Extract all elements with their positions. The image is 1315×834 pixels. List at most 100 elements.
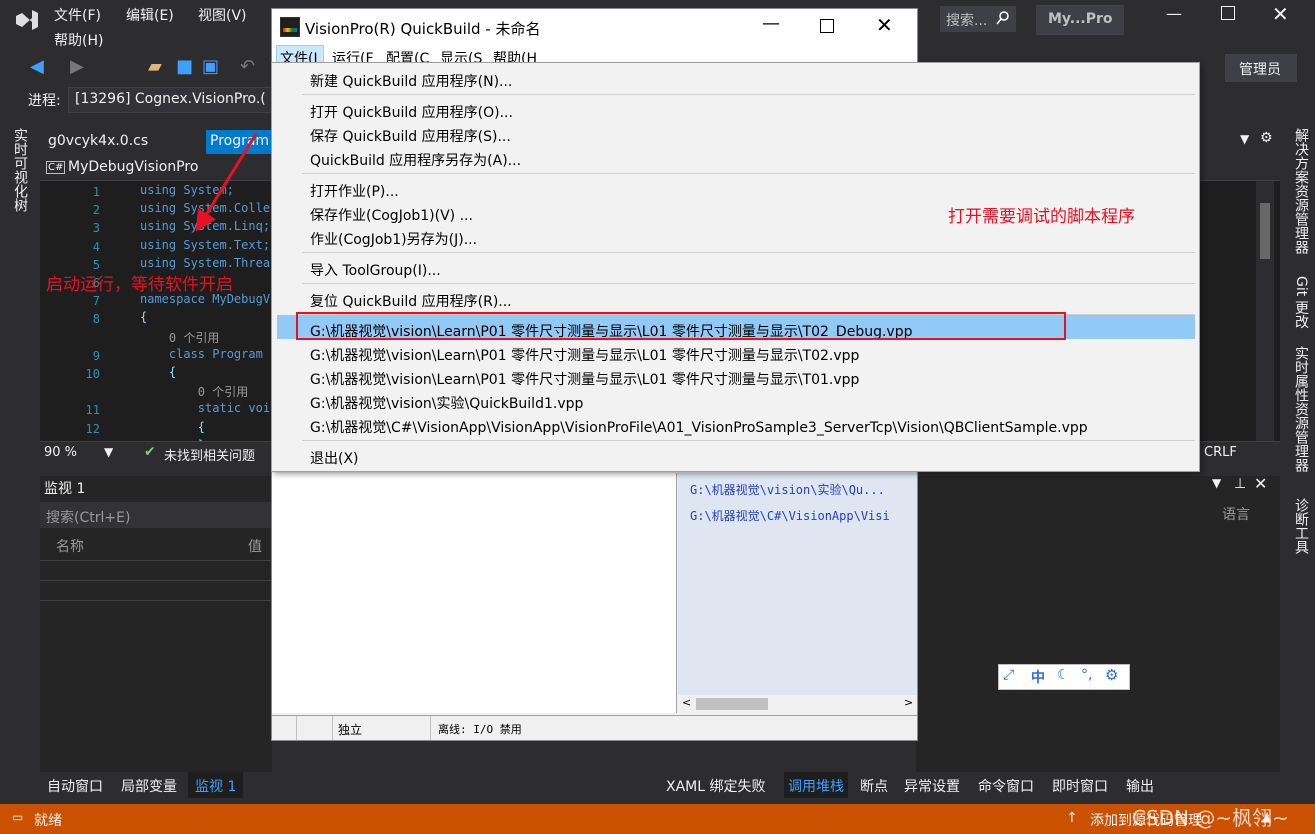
issues-status: 未找到相关问题 bbox=[164, 449, 256, 464]
tab-autos[interactable]: 自动窗口 bbox=[47, 776, 103, 796]
menu-save-job[interactable]: 保存作业(CogJob1)(V) ... bbox=[310, 205, 473, 225]
search-icon bbox=[996, 11, 1009, 25]
menu-edit[interactable]: 编辑(E) bbox=[126, 5, 174, 25]
menu-help[interactable]: 帮助(H) bbox=[54, 30, 103, 50]
right-rail: 解决方案资源管理器 Git 更改 实时属性资源管理器 诊断工具 bbox=[1285, 126, 1315, 776]
code-line: 0 个引用 bbox=[140, 385, 249, 400]
code-line: class Program bbox=[140, 346, 263, 361]
open-folder-icon[interactable]: ▰ bbox=[148, 56, 162, 77]
scroll-right-icon[interactable]: > bbox=[904, 696, 913, 709]
line-number: 12 bbox=[85, 421, 100, 436]
tab-watch-1[interactable]: 监视 1 bbox=[188, 772, 244, 798]
diagnostic-tools-tab[interactable]: 诊断工具 bbox=[1291, 498, 1311, 554]
watch-search-placeholder: 搜索(Ctrl+E) bbox=[46, 510, 131, 526]
menu-file[interactable]: 文件(F) bbox=[54, 5, 101, 25]
editor-scrollbar[interactable] bbox=[1256, 181, 1274, 441]
forward-icon[interactable]: ▶ bbox=[70, 56, 84, 77]
menu-recent-file[interactable]: G:\机器视觉\C#\VisionApp\VisionApp\VisionPro… bbox=[310, 417, 1088, 437]
tab-output[interactable]: 输出 bbox=[1126, 776, 1154, 796]
arrow-up-icon: ↑ bbox=[1066, 810, 1078, 826]
zoom-dropdown-icon[interactable]: ▼ bbox=[104, 445, 113, 459]
ime-chinese-mode[interactable]: 中 bbox=[1031, 667, 1045, 687]
minimize-icon[interactable]: — bbox=[1166, 4, 1182, 23]
ime-switch-icon[interactable]: ⤢ bbox=[1003, 667, 1014, 683]
qb-close-icon[interactable]: ✕ bbox=[876, 13, 893, 37]
search-box[interactable]: 搜索... bbox=[940, 6, 1016, 32]
process-value: [13296] Cognex.VisionPro.( bbox=[75, 91, 266, 107]
qb-recent-pane: G:\机器视觉\vision\实验\Qu... G:\机器视觉\C#\Visio… bbox=[678, 473, 917, 713]
watch-search[interactable]: 搜索(Ctrl+E) bbox=[40, 502, 272, 528]
admin-button-label: 管理员 bbox=[1239, 62, 1281, 78]
line-ending[interactable]: CRLF bbox=[1204, 445, 1237, 460]
qb-recent-item[interactable]: G:\机器视觉\C#\VisionApp\Visi bbox=[690, 507, 916, 524]
watch-panel: 监视 1 搜索(Ctrl+E) 名称 值 bbox=[40, 476, 272, 772]
qb-hscrollbar[interactable]: < > bbox=[678, 695, 917, 713]
line-number: 9 bbox=[92, 348, 100, 363]
process-label: 进程: bbox=[28, 93, 61, 109]
tab-immediate-window[interactable]: 即时窗口 bbox=[1052, 776, 1108, 796]
annotation-start-run: 启动运行，等待软件开启 bbox=[46, 275, 233, 295]
bottom-tabs-left: 自动窗口 局部变量 监视 1 bbox=[40, 772, 660, 798]
panel-dropdown-icon[interactable]: ▼ bbox=[1212, 476, 1221, 490]
tab-call-stack[interactable]: 调用堆栈 bbox=[784, 772, 848, 798]
menu-save-app-as[interactable]: QuickBuild 应用程序另存为(A)... bbox=[310, 150, 521, 170]
nav-class-dropdown[interactable]: MyDebugVisionPro bbox=[68, 159, 198, 175]
menu-reset-app[interactable]: 复位 QuickBuild 应用程序(R)... bbox=[310, 291, 512, 311]
ime-toolbar[interactable]: ⤢ 中 ☾ °, ⚙ bbox=[998, 664, 1130, 690]
close-icon[interactable]: ✕ bbox=[1272, 2, 1289, 26]
menu-open-app[interactable]: 打开 QuickBuild 应用程序(O)... bbox=[310, 102, 513, 122]
watch-column-value: 值 bbox=[248, 539, 262, 555]
line-number: 4 bbox=[92, 239, 100, 254]
tab-xaml-binding-failures[interactable]: XAML 绑定失败 bbox=[666, 776, 766, 796]
menu-recent-file[interactable]: G:\机器视觉\vision\实验\QuickBuild1.vpp bbox=[310, 393, 583, 413]
live-visual-tree-tab[interactable]: 实时可视化树 bbox=[10, 128, 30, 212]
pin-icon[interactable]: ⊥ bbox=[1234, 476, 1246, 492]
line-number: 2 bbox=[92, 203, 100, 218]
scroll-left-icon[interactable]: < bbox=[682, 696, 691, 709]
save-icon[interactable]: ■ bbox=[176, 56, 193, 77]
punctuation-icon[interactable]: °, bbox=[1081, 667, 1092, 683]
menu-recent-file[interactable]: G:\机器视觉\vision\Learn\P01 零件尺寸测量与显示\L01 零… bbox=[310, 369, 859, 389]
process-select[interactable]: [13296] Cognex.VisionPro.( bbox=[68, 87, 274, 113]
qb-maximize-icon[interactable] bbox=[820, 19, 834, 33]
menu-open-job[interactable]: 打开作业(P)... bbox=[310, 181, 399, 201]
code-line: using System; bbox=[140, 183, 234, 197]
tab-exception-settings[interactable]: 异常设置 bbox=[904, 776, 960, 796]
ime-settings-icon[interactable]: ⚙ bbox=[1105, 666, 1118, 684]
tab-breakpoints[interactable]: 断点 bbox=[860, 776, 888, 796]
menu-save-job-as[interactable]: 作业(CogJob1)另存为(J)... bbox=[310, 229, 477, 249]
annotation-highlight-box bbox=[296, 312, 1066, 340]
quickbuild-app-icon bbox=[280, 17, 300, 37]
menu-recent-file[interactable]: G:\机器视觉\vision\Learn\P01 零件尺寸测量与显示\L01 零… bbox=[310, 345, 859, 365]
menu-save-app[interactable]: 保存 QuickBuild 应用程序(S)... bbox=[310, 126, 511, 146]
gear-icon[interactable]: ⚙ bbox=[1260, 130, 1273, 146]
qb-statusbar: 独立 离线: I/O 禁用 bbox=[272, 715, 917, 740]
tab-g0vcyk4x[interactable]: g0vcyk4x.0.cs bbox=[48, 133, 148, 149]
left-rail: 实时可视化树 bbox=[0, 126, 40, 776]
tab-locals[interactable]: 局部变量 bbox=[121, 776, 177, 796]
tab-dropdown-icon[interactable]: ▼ bbox=[1240, 132, 1249, 146]
qb-titlebar: VisionPro(R) QuickBuild - 未命名 — ✕ bbox=[272, 9, 917, 45]
moon-icon[interactable]: ☾ bbox=[1057, 667, 1070, 683]
qb-minimize-icon[interactable]: — bbox=[762, 13, 780, 34]
menu-import-toolgroup[interactable]: 导入 ToolGroup(I)... bbox=[310, 260, 441, 280]
menu-view[interactable]: 视图(V) bbox=[198, 5, 247, 25]
menu-new-app[interactable]: 新建 QuickBuild 应用程序(N)... bbox=[310, 71, 512, 91]
save-all-icon[interactable]: ▣ bbox=[202, 56, 219, 77]
tab-program[interactable]: Program bbox=[206, 130, 276, 154]
undo-icon[interactable]: ↶ bbox=[240, 56, 255, 77]
panel-close-icon[interactable]: ✕ bbox=[1254, 474, 1267, 493]
maximize-icon[interactable] bbox=[1221, 6, 1235, 20]
qb-recent-item[interactable]: G:\机器视觉\vision\实验\Qu... bbox=[690, 481, 885, 498]
menu-exit[interactable]: 退出(X) bbox=[310, 448, 359, 468]
back-icon[interactable]: ◀ bbox=[30, 56, 44, 77]
bottom-tabs-right: XAML 绑定失败 调用堆栈 断点 异常设置 命令窗口 即时窗口 输出 bbox=[660, 772, 1280, 798]
zoom-level[interactable]: 90 % bbox=[44, 445, 77, 460]
solution-explorer-tab[interactable]: 解决方案资源管理器 bbox=[1291, 128, 1311, 254]
live-property-explorer-tab[interactable]: 实时属性资源管理器 bbox=[1291, 346, 1311, 472]
watch-title: 监视 1 bbox=[44, 481, 86, 497]
git-changes-tab[interactable]: Git 更改 bbox=[1291, 276, 1311, 329]
visual-studio-logo-icon bbox=[16, 10, 38, 30]
tab-command-window[interactable]: 命令窗口 bbox=[978, 776, 1034, 796]
admin-button[interactable]: 管理员 bbox=[1225, 54, 1297, 82]
